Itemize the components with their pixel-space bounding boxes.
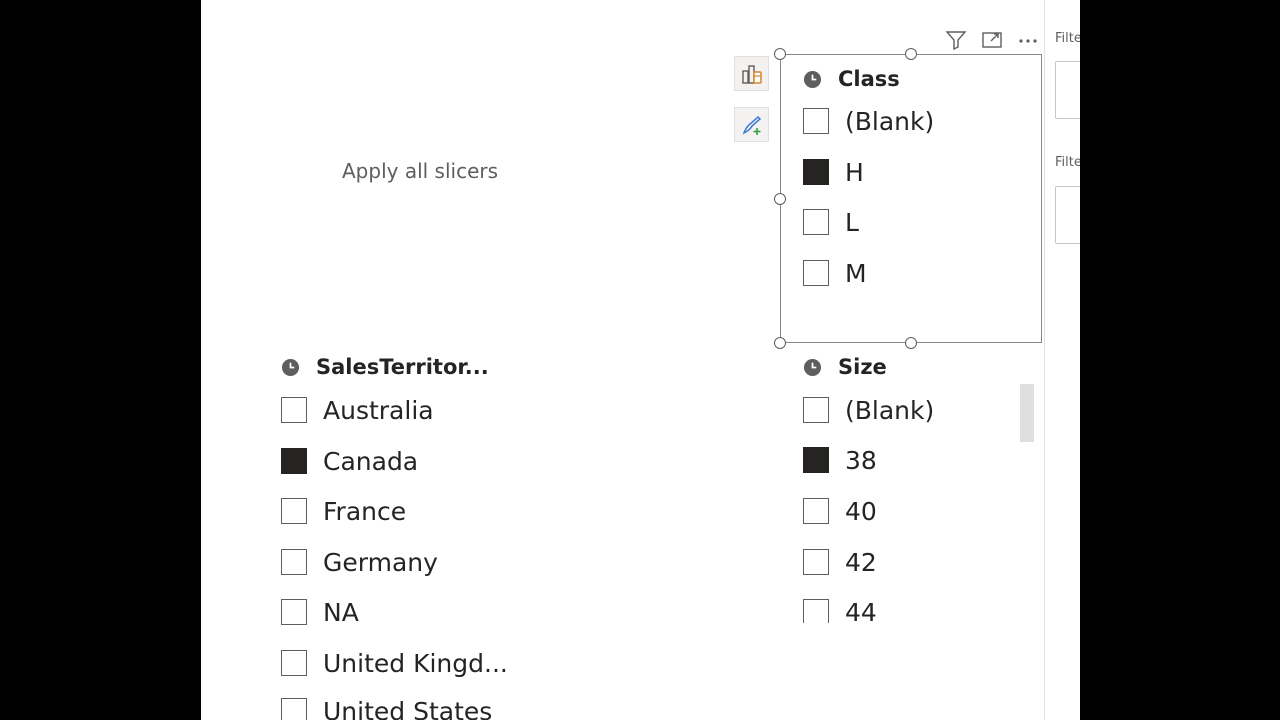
more-options-icon[interactable] [1013,27,1043,53]
checkbox[interactable] [803,498,829,524]
item-label: 44 [845,597,877,624]
item-label: 42 [845,547,877,577]
list-item[interactable]: Germany [281,547,438,577]
visual-table-button[interactable] [734,56,769,91]
focus-mode-icon[interactable] [977,27,1007,53]
clock-icon [803,70,822,88]
list-item[interactable]: France [281,496,406,526]
list-item[interactable]: 40 [803,496,877,526]
item-label: M [845,258,867,288]
item-label: Canada [323,446,419,476]
list-item[interactable]: H [803,157,864,187]
resize-handle-top[interactable] [905,48,917,60]
resize-handle-left[interactable] [774,193,786,205]
checkbox[interactable] [281,549,307,575]
item-label: 38 [845,445,877,475]
visual-table-icon [741,64,762,84]
list-item[interactable]: 44 [803,597,877,623]
checkbox[interactable] [281,498,307,524]
item-label: NA [323,597,359,627]
filter-pane: Filte Filte [1044,0,1080,720]
clock-icon [281,358,300,376]
list-item[interactable]: United Kingd... [281,648,508,678]
checkbox[interactable] [281,698,307,720]
format-brush-icon [742,115,761,135]
filter-label: Filte [1055,31,1080,46]
checkbox[interactable] [803,260,829,286]
filter-card[interactable] [1055,61,1080,119]
filter-card[interactable] [1055,186,1080,244]
checkbox[interactable] [281,397,307,423]
checkbox[interactable] [803,549,829,575]
checkbox[interactable] [803,209,829,235]
slicer-title: Size [838,355,887,379]
format-brush-button[interactable] [734,107,769,142]
list-item[interactable]: (Blank) [803,106,934,136]
item-label: 40 [845,496,877,526]
size-slicer-scrollbar[interactable] [1020,384,1034,442]
slicer-header: Size [803,354,887,380]
item-label: Australia [323,395,434,425]
list-item[interactable]: (Blank) [803,395,934,425]
clock-icon [803,358,822,376]
checkbox[interactable] [281,650,307,676]
list-item[interactable]: 42 [803,547,877,577]
checkbox[interactable] [281,448,307,474]
filter-icon[interactable] [941,27,971,53]
slicer-title: Class [838,67,900,91]
apply-all-slicers-label: Apply all slicers [342,159,499,183]
slicer-list: (Blank) 38 40 42 44 [803,392,1023,623]
resize-handle-top-left[interactable] [774,48,786,60]
item-label: United States [323,696,493,720]
list-item[interactable]: Canada [281,446,418,476]
checkbox[interactable] [803,108,829,134]
checkbox[interactable] [281,599,307,625]
checkbox[interactable] [803,397,829,423]
checkbox[interactable] [803,159,829,185]
item-label: Germany [323,547,438,577]
list-item[interactable]: 38 [803,445,877,475]
item-label: (Blank) [845,106,935,136]
item-label: France [323,496,407,526]
item-label: L [845,207,859,237]
visual-header [941,27,1043,53]
slicer-title: SalesTerritor... [316,355,489,379]
list-item[interactable]: M [803,258,867,288]
filter-label: Filte [1055,155,1080,170]
report-canvas: Apply all slicers Class (Blank) H L M Sa… [201,0,1044,720]
item-label: United Kingd... [323,648,508,678]
item-label: H [845,157,864,187]
list-item[interactable]: NA [281,597,359,627]
selected-visual-frame[interactable] [774,48,1042,349]
slicer-header: Class [803,66,900,92]
resize-handle-bottom[interactable] [905,337,917,349]
list-item[interactable]: United States [281,696,492,720]
list-item[interactable]: L [803,207,859,237]
slicer-header: SalesTerritor... [281,354,489,380]
list-item[interactable]: Australia [281,395,434,425]
item-label: (Blank) [845,395,935,425]
checkbox[interactable] [803,447,829,473]
resize-handle-bottom-left[interactable] [774,337,786,349]
checkbox[interactable] [803,599,829,623]
